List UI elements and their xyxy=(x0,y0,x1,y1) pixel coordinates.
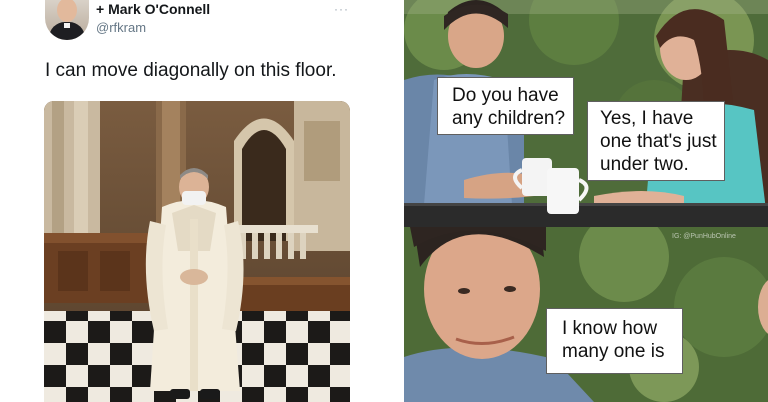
display-name[interactable]: + Mark O'Connell xyxy=(96,1,210,17)
speech-bubble-punchline: I know how many one is xyxy=(546,308,683,374)
tweet-photo[interactable] xyxy=(44,101,350,402)
avatar[interactable] xyxy=(45,0,89,40)
speech-bubble-answer: Yes, I have one that's just under two. xyxy=(587,101,725,181)
tweet-card: + Mark O'Connell @rfkram ··· I can move … xyxy=(0,0,384,402)
bubble-line: Yes, I have xyxy=(600,108,694,129)
speech-bubble-question: Do you have any children? xyxy=(437,77,574,135)
bubble-line: one that's just xyxy=(600,131,717,152)
tweet-text: I can move diagonally on this floor. xyxy=(45,60,337,81)
avatar-face xyxy=(57,0,77,22)
meme-panel-top: Do you have any children? Yes, I have on… xyxy=(404,0,768,227)
avatar-collar xyxy=(64,23,70,28)
bubble-line: any children? xyxy=(452,108,566,129)
meme-image: Do you have any children? Yes, I have on… xyxy=(404,0,768,402)
meme-panel-bottom: I know how many one is xyxy=(404,212,768,402)
bubble-line: I know how xyxy=(562,318,658,339)
bubble-line: under two. xyxy=(600,154,689,175)
more-options-icon[interactable]: ··· xyxy=(334,2,349,16)
bubble-line: many one is xyxy=(562,341,665,362)
church-photo-illustration xyxy=(44,101,350,402)
bubble-line: Do you have xyxy=(452,85,559,106)
user-handle[interactable]: @rfkram xyxy=(96,20,146,35)
watermark: IG: @PunHubOnline xyxy=(672,233,736,240)
